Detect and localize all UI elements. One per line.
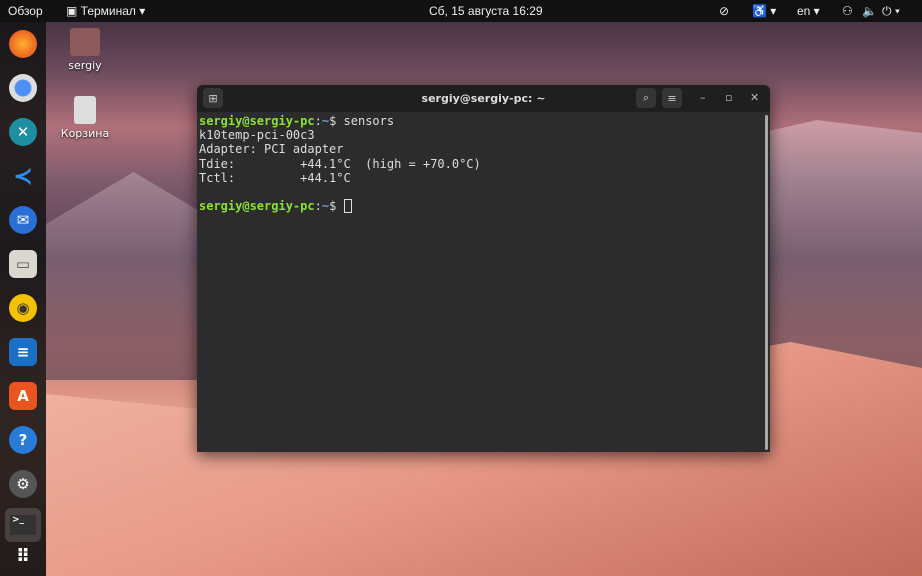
- dock: ✕ ≺ ✉ ▭ ◉ ≡ A ? ⚙ >_ ⠿: [0, 22, 46, 576]
- thunderbird-icon[interactable]: ✉: [9, 206, 37, 234]
- desktop-label: sergiy: [68, 59, 102, 72]
- help-icon[interactable]: ?: [9, 426, 37, 454]
- output-line: Adapter: PCI adapter: [199, 142, 344, 157]
- terminal-window: ⊞ sergiy@sergiy-pc: ~ ⌕ ≡ – ▫ ✕ sergiy@s…: [197, 85, 770, 452]
- close-button[interactable]: ✕: [750, 91, 759, 104]
- command: sensors: [343, 114, 395, 128]
- vscode-icon[interactable]: ≺: [9, 162, 37, 190]
- window-title: sergiy@sergiy-pc: ~: [421, 92, 546, 105]
- terminal-output[interactable]: sergiy@sergiy-pc:~$ sensors k10temp-pci-0…: [197, 112, 770, 215]
- remmina-icon[interactable]: ✕: [9, 118, 37, 146]
- no-disturb-icon[interactable]: ⊘: [719, 4, 729, 18]
- show-apps-icon[interactable]: ⠿: [9, 542, 37, 570]
- clock[interactable]: Сб, 15 августа 16:29: [429, 4, 543, 18]
- files-icon[interactable]: ▭: [9, 250, 37, 278]
- power-icon[interactable]: ⏻ ▾: [882, 4, 900, 19]
- app-menu-label: Терминал ▾: [80, 4, 146, 18]
- prompt-user: sergiy@sergiy-pc: [199, 199, 315, 214]
- settings-icon[interactable]: ⚙: [9, 470, 37, 498]
- menu-button[interactable]: ≡: [662, 88, 682, 108]
- app-menu[interactable]: ▣ Терминал ▾: [66, 4, 145, 18]
- minimize-button[interactable]: –: [700, 91, 706, 104]
- prompt-line: sergiy@sergiy-pc:~$: [199, 199, 768, 214]
- accessibility-icon[interactable]: ♿ ▾: [752, 4, 776, 18]
- terminal-header: ⊞ sergiy@sergiy-pc: ~ ⌕ ≡ – ▫ ✕: [197, 85, 770, 112]
- terminal-icon: ▣: [66, 4, 81, 18]
- scrollbar[interactable]: [765, 115, 768, 450]
- output-line: Tdie: +44.1°C (high = +70.0°C): [199, 156, 481, 171]
- prompt-path: ~: [321, 114, 330, 128]
- activities-button[interactable]: Обзор: [8, 4, 43, 18]
- desktop-label: Корзина: [60, 127, 110, 140]
- desktop-home[interactable]: sergiy: [50, 28, 120, 72]
- home-folder-icon: [70, 28, 100, 56]
- software-icon[interactable]: A: [9, 382, 37, 410]
- search-button[interactable]: ⌕: [636, 88, 656, 108]
- trash-icon: [74, 96, 96, 124]
- cursor: [343, 199, 352, 214]
- top-bar: Обзор ▣ Терминал ▾ Сб, 15 августа 16:29 …: [0, 0, 922, 22]
- command-line: sergiy@sergiy-pc:~$ sensors: [199, 114, 395, 128]
- desktop-trash[interactable]: Корзина: [50, 96, 120, 140]
- rhythmbox-icon[interactable]: ◉: [9, 294, 37, 322]
- language-menu[interactable]: en ▾: [797, 4, 820, 18]
- prompt-symbol: $: [329, 114, 344, 128]
- prompt-user: sergiy@sergiy-pc: [199, 114, 315, 128]
- prompt-symbol: $: [329, 199, 344, 214]
- writer-icon[interactable]: ≡: [9, 338, 37, 366]
- chromium-icon[interactable]: [9, 74, 37, 102]
- prompt-path: ~: [321, 199, 330, 214]
- output-line: Tctl: +44.1°C: [199, 170, 351, 185]
- network-icon[interactable]: ⚇: [842, 4, 853, 18]
- output-line: k10temp-pci-00c3: [199, 128, 315, 143]
- maximize-button[interactable]: ▫: [725, 91, 732, 104]
- firefox-icon[interactable]: [9, 30, 37, 58]
- terminal-dock-icon[interactable]: >_: [5, 508, 41, 542]
- volume-icon[interactable]: 🔈: [862, 4, 877, 18]
